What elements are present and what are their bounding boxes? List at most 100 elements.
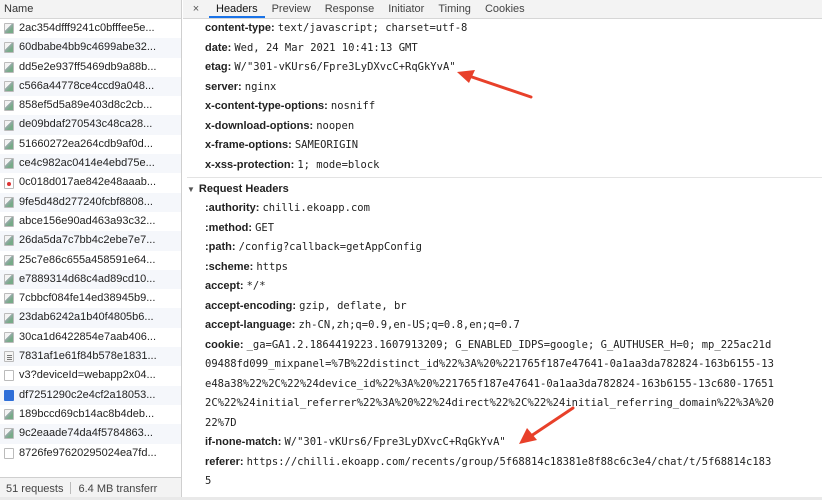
request-header-row: accept: */*	[205, 277, 822, 297]
header-value: /config?callback=getAppConfig	[238, 241, 422, 253]
request-row[interactable]: 25c7e86c655a458591e64...	[0, 251, 181, 270]
request-header-row: :path: /config?callback=getAppConfig	[205, 238, 822, 258]
response-header-row: etag: W/"301-vKUrs6/Fpre3LyDXvcC+RqGkYvA…	[205, 58, 822, 78]
request-name: 0c018d017ae842e48aaab...	[19, 176, 157, 189]
header-name: x-content-type-options:	[205, 100, 328, 112]
tab-response[interactable]: Response	[318, 0, 382, 18]
tab-initiator[interactable]: Initiator	[381, 0, 431, 18]
tab-timing[interactable]: Timing	[431, 0, 478, 18]
request-row[interactable]: 189bccd69cb14ac8b4deb...	[0, 405, 181, 424]
request-row[interactable]: 60dbabe4bb9c4699abe32...	[0, 38, 181, 58]
request-name: c566a44778ce4ccd9a048...	[19, 79, 155, 92]
request-row[interactable]: 7cbbcf084fe14ed38945b9...	[0, 289, 181, 308]
header-name: date:	[205, 41, 232, 54]
request-header-row: referer: https://chilli.ekoapp.com/recen…	[205, 453, 822, 473]
request-row[interactable]: df7251290c2e4cf2a18053...	[0, 385, 181, 405]
request-row[interactable]: c566a44778ce4ccd9a048...	[0, 76, 181, 97]
blue-file-icon	[4, 389, 14, 401]
detail-tab-bar: × Headers Preview Response Initiator Tim…	[183, 0, 822, 19]
header-name: x-xss-protection:	[205, 158, 295, 171]
request-name: e7889314d68c4ad89cd10...	[19, 272, 156, 285]
request-row[interactable]: 26da5da7c7bb4c2ebe7e7...	[0, 231, 181, 251]
response-header-row: x-download-options: noopen	[205, 117, 822, 137]
request-name: 858ef5d5a89e403d8c2cb...	[19, 99, 153, 112]
cookie-value-line: 2C%22%24initial_referrer%22%3A%20%22%24d…	[205, 397, 774, 409]
image-file-icon	[4, 61, 14, 73]
xhr-icon	[4, 177, 14, 189]
request-row[interactable]: 51660272ea264cdb9af0d...	[0, 135, 181, 154]
request-row[interactable]: 9fe5d48d277240fcbf8808...	[0, 192, 181, 212]
request-row[interactable]: 858ef5d5a89e403d8c2cb...	[0, 96, 181, 115]
image-file-icon	[4, 138, 14, 150]
image-file-icon	[4, 274, 14, 285]
response-header-row: x-frame-options: SAMEORIGIN	[205, 136, 822, 156]
request-header-row: :method: GET	[205, 219, 822, 239]
request-name: 8726fe97620295024ea7fd...	[19, 446, 157, 459]
request-header-row: :authority: chilli.ekoapp.com	[205, 199, 822, 219]
request-headers-list: :authority: chilli.ekoapp.com:method: GE…	[205, 199, 822, 355]
header-name: server:	[205, 80, 242, 93]
request-headers-section-toggle[interactable]: ▼ Request Headers	[187, 177, 822, 199]
cookie-value-line: 09488fd099_mixpanel=%7B%22distinct_id%22…	[205, 358, 774, 370]
tab-preview[interactable]: Preview	[265, 0, 318, 18]
image-file-icon	[4, 42, 14, 54]
response-headers-list: content-type: text/javascript; charset=u…	[205, 19, 822, 175]
request-row[interactable]: v3?deviceId=webapp2x04...	[0, 366, 181, 385]
header-value: _ga=GA1.2.1864419223.1607913209; G_ENABL…	[246, 338, 772, 351]
image-file-icon	[4, 81, 14, 93]
request-name: 30ca1d6422854e7aab406...	[19, 330, 157, 343]
document-file-icon	[4, 370, 14, 382]
name-column-header[interactable]: Name	[0, 0, 181, 19]
request-row[interactable]: 2ac354dfff9241c0bfffee5e...	[0, 19, 181, 38]
request-row[interactable]: abce156e90ad463a93c32...	[0, 212, 181, 231]
tab-headers[interactable]: Headers	[209, 0, 265, 18]
header-name: etag:	[205, 61, 232, 73]
request-row[interactable]: 7831af1e61f84b578e1831...	[0, 347, 181, 367]
request-row[interactable]: e7889314d68c4ad89cd10...	[0, 269, 181, 290]
request-name: 25c7e86c655a458591e64...	[19, 253, 156, 266]
triangle-down-icon: ▼	[187, 185, 195, 194]
request-list-panel: Name 2ac354dfff9241c0bfffee5e... 60dbabe4…	[0, 0, 182, 500]
request-row[interactable]: dd5e2e937ff5469db9a88b...	[0, 58, 181, 77]
header-value: https://chilli.ekoapp.com/recents/group/…	[246, 455, 772, 468]
header-name: content-type:	[205, 22, 275, 34]
request-row[interactable]: 9c2eaade74da4f5784863...	[0, 424, 181, 444]
cookie-value-line: 22%7D	[205, 416, 237, 429]
header-value: nginx	[244, 80, 277, 93]
request-name: v3?deviceId=webapp2x04...	[19, 369, 156, 382]
request-row[interactable]: 23dab6242a1b40f4805b6...	[0, 308, 181, 328]
request-header-row: :scheme: https	[205, 258, 822, 278]
header-name: referer:	[205, 455, 244, 468]
close-icon[interactable]: ×	[189, 0, 203, 18]
request-row[interactable]: 0c018d017ae842e48aaab...	[0, 173, 181, 192]
response-header-row: date: Wed, 24 Mar 2021 10:41:13 GMT	[205, 39, 822, 59]
request-count: 51 requests	[6, 483, 64, 495]
request-row[interactable]: ce4c982ac0414e4ebd75e...	[0, 154, 181, 174]
response-header-row: content-type: text/javascript; charset=u…	[205, 19, 822, 39]
image-file-icon	[4, 23, 14, 35]
document-file-icon	[4, 447, 14, 459]
header-value: noopen	[316, 119, 355, 132]
request-row[interactable]: de09bdaf270543c48ca28...	[0, 115, 181, 135]
header-value: GET	[255, 221, 275, 234]
request-row[interactable]: 30ca1d6422854e7aab406...	[0, 328, 181, 347]
image-file-icon	[4, 196, 14, 208]
header-name: x-download-options:	[205, 119, 314, 132]
cookie-value-line: e48a38%22%2C%22%24device_id%22%3A%20%221…	[205, 377, 774, 390]
header-name: if-none-match:	[205, 436, 282, 448]
response-header-row: x-content-type-options: nosniff	[205, 97, 822, 117]
header-value: */*	[246, 280, 266, 292]
header-value: nosniff	[330, 100, 376, 112]
request-header-row: cookie: _ga=GA1.2.1864419223.1607913209;…	[205, 336, 822, 356]
image-file-icon	[4, 158, 14, 170]
image-file-icon	[4, 312, 14, 324]
cookie-value-continuation: 09488fd099_mixpanel=%7B%22distinct_id%22…	[205, 355, 822, 433]
request-row[interactable]: 8726fe97620295024ea7fd...	[0, 444, 181, 463]
response-header-row: server: nginx	[205, 78, 822, 98]
tab-cookies[interactable]: Cookies	[478, 0, 532, 18]
request-name: df7251290c2e4cf2a18053...	[19, 388, 156, 401]
request-headers-tail: if-none-match: W/"301-vKUrs6/Fpre3LyDXvc…	[205, 433, 822, 472]
script-file-icon	[4, 351, 14, 363]
request-name: dd5e2e937ff5469db9a88b...	[19, 60, 157, 73]
request-name: 7831af1e61f84b578e1831...	[19, 350, 157, 363]
